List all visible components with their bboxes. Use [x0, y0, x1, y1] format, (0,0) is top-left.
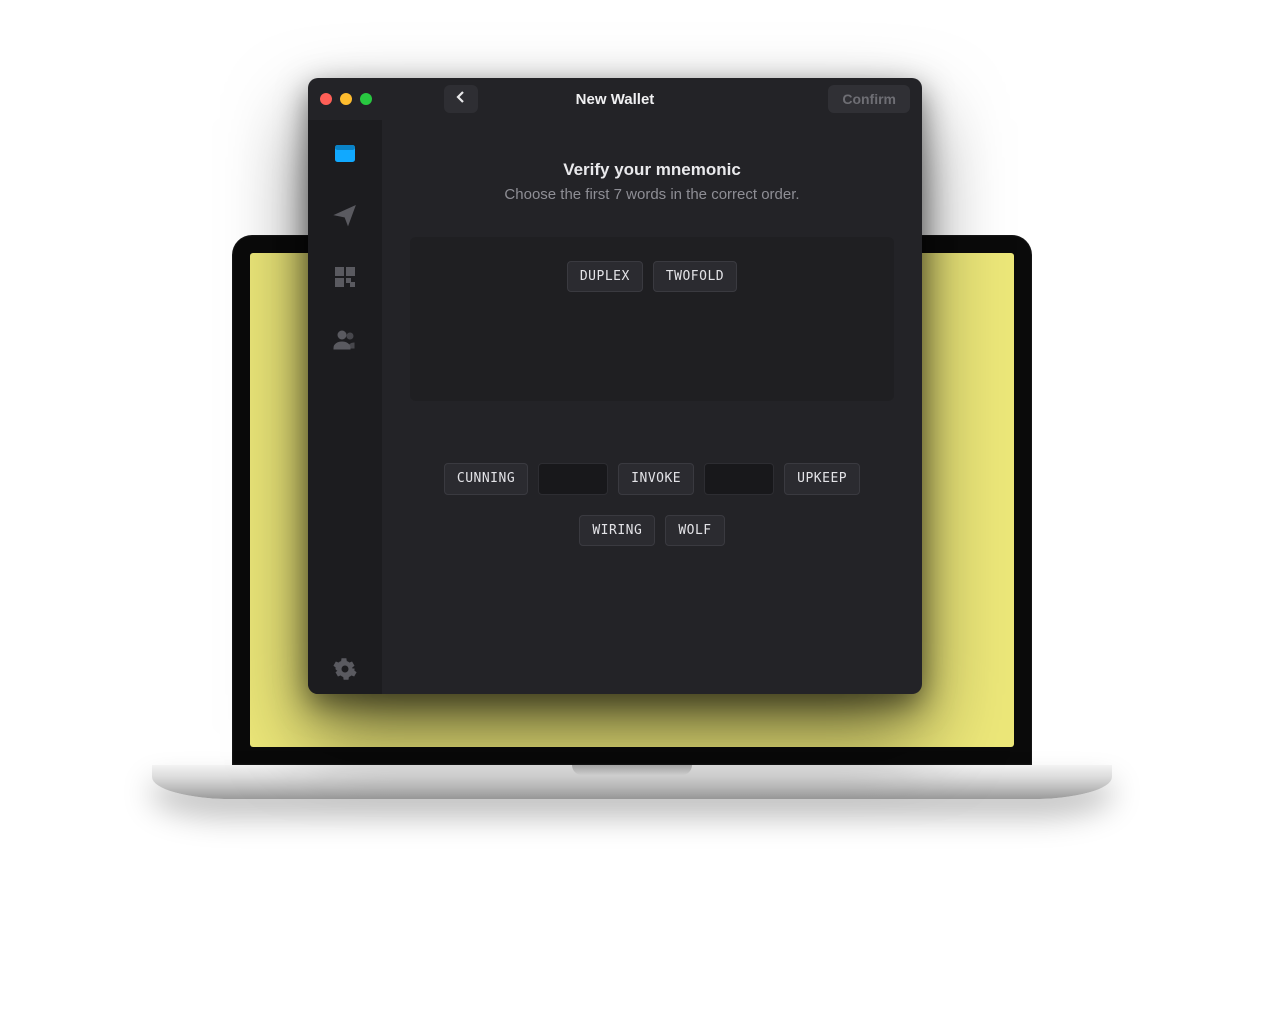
close-window-button[interactable] [320, 93, 332, 105]
sidebar-item-contacts[interactable] [332, 328, 358, 354]
pool-empty-slot[interactable] [704, 463, 774, 495]
sidebar-item-wallet[interactable] [332, 142, 358, 168]
send-icon [333, 203, 357, 232]
gear-icon [333, 657, 357, 686]
pool-word[interactable]: WIRING [579, 515, 655, 546]
laptop-base [152, 765, 1112, 799]
selected-word[interactable]: TWOFOLD [653, 261, 737, 292]
minimize-window-button[interactable] [340, 93, 352, 105]
verify-heading: Verify your mnemonic [410, 160, 894, 180]
pool-word[interactable]: INVOKE [618, 463, 694, 495]
window-titlebar: New Wallet Confirm [308, 78, 922, 120]
selected-words-area: DUPLEX TWOFOLD [410, 237, 894, 401]
app-window: New Wallet Confirm [308, 78, 922, 694]
maximize-window-button[interactable] [360, 93, 372, 105]
pool-empty-slot[interactable] [538, 463, 608, 495]
pool-word[interactable]: WOLF [665, 515, 724, 546]
sidebar [308, 120, 382, 694]
page-title: New Wallet [576, 91, 655, 108]
sidebar-item-qr[interactable] [332, 266, 358, 292]
sidebar-item-send[interactable] [332, 204, 358, 230]
qr-icon [333, 265, 357, 294]
word-pool: CUNNING INVOKE UPKEEP WIRING WOLF [410, 463, 894, 546]
verify-subheading: Choose the first 7 words in the correct … [410, 186, 894, 203]
selected-word[interactable]: DUPLEX [567, 261, 643, 292]
pool-word[interactable]: UPKEEP [784, 463, 860, 495]
traffic-lights [320, 93, 372, 105]
sidebar-item-settings[interactable] [332, 668, 358, 694]
chevron-left-icon [456, 90, 466, 109]
wallet-icon [333, 141, 357, 170]
back-button[interactable] [444, 85, 478, 113]
contacts-icon [333, 327, 357, 356]
confirm-button[interactable]: Confirm [828, 85, 910, 113]
main-content: Verify your mnemonic Choose the first 7 … [382, 120, 922, 694]
pool-word[interactable]: CUNNING [444, 463, 528, 495]
app-body: Verify your mnemonic Choose the first 7 … [308, 120, 922, 694]
laptop-notch [572, 765, 692, 775]
